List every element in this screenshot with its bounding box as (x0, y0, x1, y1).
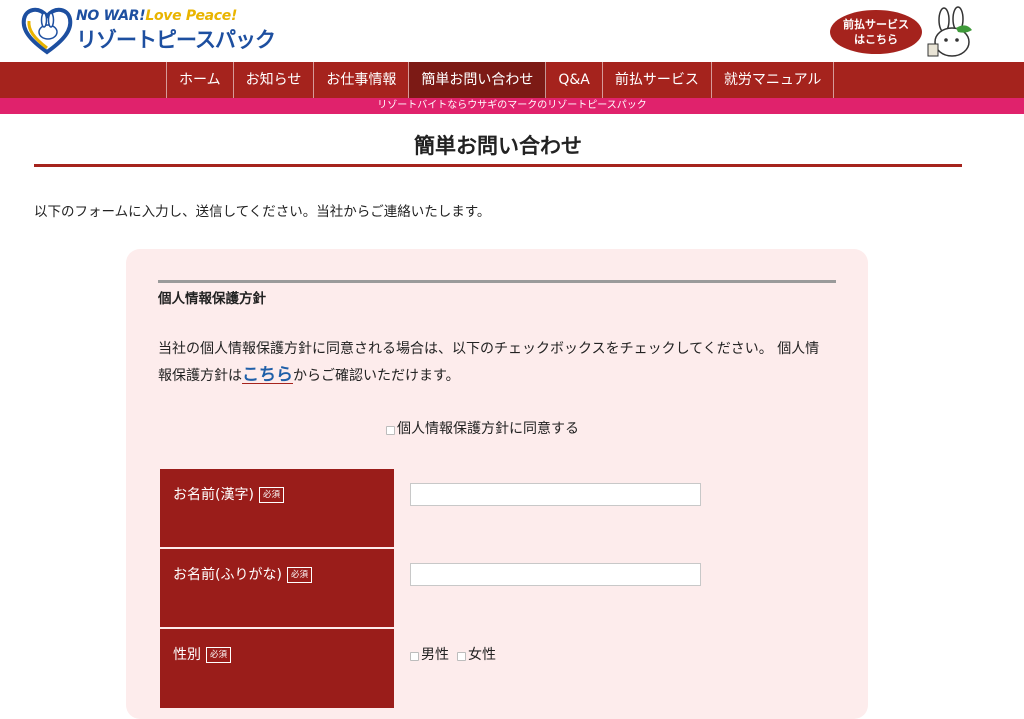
privacy-section-heading: 個人情報保護方針 (158, 291, 266, 307)
name-kana-label-cell: お名前(ふりがな) 必須 (160, 549, 394, 627)
gender-options: 男性 女性 (410, 644, 504, 664)
nav-item-contact[interactable]: 簡単お問い合わせ (409, 62, 547, 98)
heart-rabbit-logo-icon (21, 7, 73, 55)
privacy-policy-text: 当社の個人情報保護方針に同意される場合は、以下のチェックボックスをチェックしてく… (158, 341, 820, 385)
section-divider (158, 280, 836, 283)
intro-text: 以下のフォームに入力し、送信してください。当社からご連絡いたします。 (34, 204, 491, 220)
required-badge: 必須 (286, 567, 312, 583)
privacy-policy-link[interactable]: こちら (242, 365, 293, 385)
name-kana-label: お名前(ふりがな) (173, 567, 282, 583)
name-kanji-label: お名前(漢字) (173, 487, 254, 503)
nav-menu: ホーム お知らせ お仕事情報 簡単お問い合わせ Q&A 前払サービス 就労マニュ… (166, 62, 835, 98)
prepay-service-badge[interactable]: 前払サービス はこちら (830, 10, 922, 54)
required-badge: 必須 (258, 487, 284, 503)
name-kanji-input[interactable] (410, 483, 701, 506)
nav-item-manual[interactable]: 就労マニュアル (712, 62, 835, 98)
logo-slogan: NO WAR!Love Peace! (76, 8, 238, 24)
page-title: 簡単お問い合わせ (414, 134, 582, 158)
logo-wordmark: リゾートピースパック (76, 28, 276, 52)
privacy-agree-option[interactable]: 個人情報保護方針に同意する (386, 418, 579, 438)
gender-female-checkbox[interactable] (457, 651, 466, 661)
nav-item-news[interactable]: お知らせ (234, 62, 315, 98)
rabbit-mascot-icon (927, 6, 972, 57)
prepay-service-banner[interactable]: 前払サービス はこちら (830, 6, 980, 60)
nav-item-home[interactable]: ホーム (167, 62, 234, 98)
gender-option-female[interactable]: 女性 (457, 644, 496, 664)
gender-label: 性別 (173, 647, 201, 663)
main-nav: ホーム お知らせ お仕事情報 簡単お問い合わせ Q&A 前払サービス 就労マニュ… (0, 62, 1024, 98)
site-logo[interactable]: NO WAR!Love Peace! リゾートピースパック (20, 4, 276, 58)
gender-option-male[interactable]: 男性 (410, 644, 449, 664)
nav-item-prepay[interactable]: 前払サービス (603, 62, 712, 98)
required-badge: 必須 (206, 647, 232, 663)
name-kana-input[interactable] (410, 563, 701, 586)
nav-item-faq[interactable]: Q&A (546, 62, 603, 98)
gender-label-cell: 性別 必須 (160, 629, 394, 708)
gender-female-label: 女性 (468, 647, 496, 663)
privacy-agree-label: 個人情報保護方針に同意する (397, 421, 579, 437)
privacy-agree-checkbox[interactable] (386, 425, 395, 435)
title-divider (34, 164, 962, 167)
name-kanji-label-cell: お名前(漢字) 必須 (160, 469, 394, 547)
nav-item-jobs[interactable]: お仕事情報 (314, 62, 410, 98)
site-header: NO WAR!Love Peace! リゾートピースパック 前払サービス はこち… (0, 0, 1024, 62)
gender-male-checkbox[interactable] (410, 651, 419, 661)
gender-male-label: 男性 (421, 647, 449, 663)
tagline-bar: リゾートバイトならウサギのマークのリゾートピースパック (0, 98, 1024, 114)
